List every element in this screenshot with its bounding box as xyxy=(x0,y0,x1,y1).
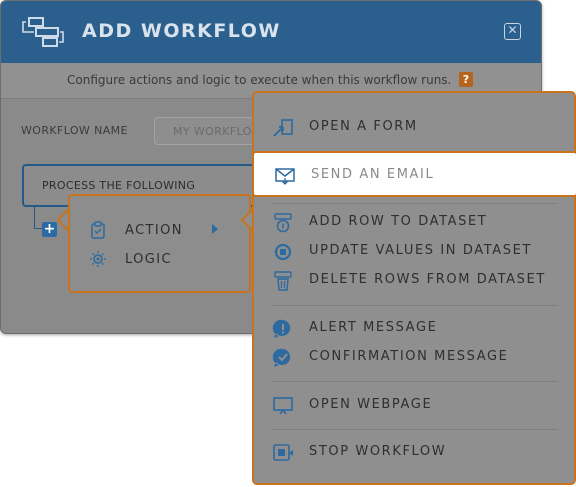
menu-item-delete-rows[interactable]: DELETE ROWS FROM DATASET xyxy=(254,266,574,295)
dialog-header: ADD WORKFLOW ✕ xyxy=(1,1,541,63)
menu-item-label: OPEN A FORM xyxy=(309,119,418,134)
menu-item-open-webpage[interactable]: OPEN WEBPAGE xyxy=(254,391,574,420)
menu-item-alert-message[interactable]: ALERT MESSAGE xyxy=(254,314,574,343)
delete-icon xyxy=(274,271,292,291)
menu-divider xyxy=(272,429,558,430)
alert-icon xyxy=(272,319,291,338)
menu-item-label: UPDATE VALUES IN DATASET xyxy=(309,243,532,258)
menu-item-label: OPEN WEBPAGE xyxy=(309,397,433,412)
menu-item-label: ADD ROW TO DATASET xyxy=(309,214,488,229)
chevron-right-icon xyxy=(212,224,218,234)
email-icon xyxy=(275,168,295,185)
menu-item-label: ACTION xyxy=(125,223,183,238)
menu-item-action[interactable]: ACTION xyxy=(70,217,249,243)
menu-item-send-email[interactable]: SEND AN EMAIL xyxy=(252,151,576,197)
logic-icon xyxy=(90,251,106,267)
confirm-icon xyxy=(272,348,291,367)
clipboard-icon xyxy=(91,221,105,239)
menu-item-label: CONFIRMATION MESSAGE xyxy=(309,349,509,364)
menu-item-label: STOP WORKFLOW xyxy=(309,444,447,459)
subheader-text: Configure actions and logic to execute w… xyxy=(67,73,452,87)
help-icon[interactable]: ? xyxy=(459,72,473,87)
menu-item-add-row[interactable]: ADD ROW TO DATASET xyxy=(254,208,574,237)
menu-divider xyxy=(272,203,558,204)
action-menu: OPEN A FORM SEND AN EMAIL ADD ROW TO DAT… xyxy=(252,91,576,485)
menu-item-label: LOGIC xyxy=(125,252,172,267)
menu-item-update-values[interactable]: UPDATE VALUES IN DATASET xyxy=(254,237,574,266)
form-icon xyxy=(273,119,293,137)
update-icon xyxy=(274,243,292,261)
workflow-icon xyxy=(22,17,64,47)
workflow-name-label: WORKFLOW NAME xyxy=(21,124,128,137)
menu-item-label: ALERT MESSAGE xyxy=(309,320,438,335)
menu-item-logic[interactable]: LOGIC xyxy=(70,246,249,272)
menu-divider xyxy=(272,381,558,382)
menu-divider xyxy=(272,305,558,306)
menu-item-label: DELETE ROWS FROM DATASET xyxy=(309,272,546,287)
add-step-button[interactable]: + xyxy=(42,222,57,237)
menu-item-confirmation-message[interactable]: CONFIRMATION MESSAGE xyxy=(254,343,574,372)
workflow-name-input[interactable]: MY WORKFLOW xyxy=(154,117,264,145)
step-type-menu: ACTION LOGIC xyxy=(68,194,251,293)
process-label: PROCESS THE FOLLOWING xyxy=(42,179,196,192)
add-row-icon xyxy=(274,213,292,233)
menu-item-stop-workflow[interactable]: STOP WORKFLOW xyxy=(254,438,574,467)
stop-icon xyxy=(273,444,293,461)
menu-item-open-form[interactable]: OPEN A FORM xyxy=(254,113,574,142)
dialog-title: ADD WORKFLOW xyxy=(82,20,281,42)
close-icon[interactable]: ✕ xyxy=(504,23,521,40)
menu-item-label: SEND AN EMAIL xyxy=(311,167,435,182)
webpage-icon xyxy=(273,397,293,415)
